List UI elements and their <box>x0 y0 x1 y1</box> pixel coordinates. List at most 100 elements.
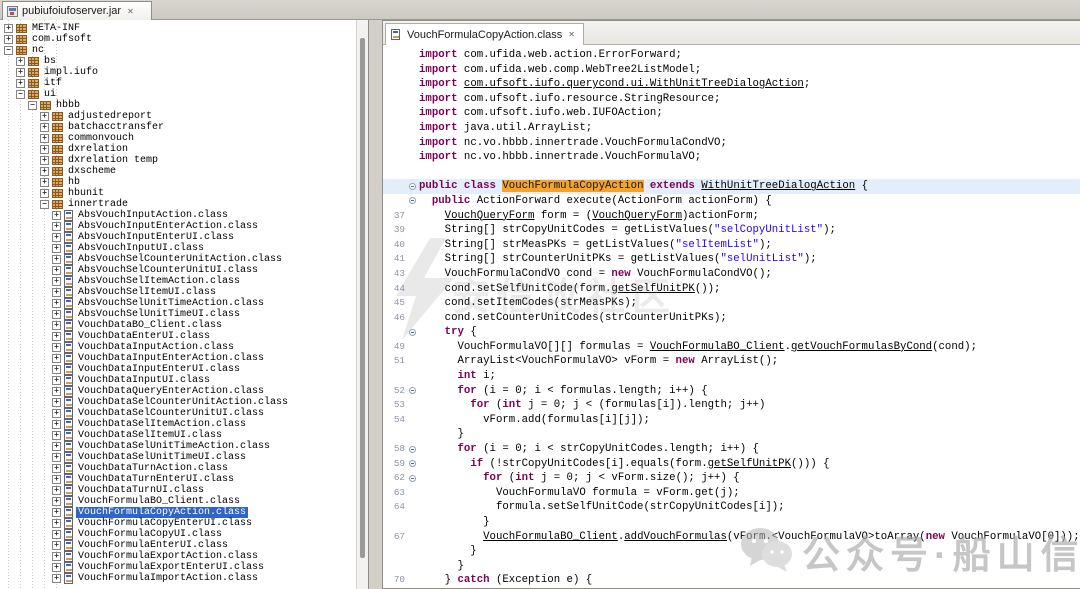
tree-item[interactable]: +AbsVouchInputUI.class <box>0 243 356 254</box>
expand-icon[interactable]: + <box>52 398 61 407</box>
code-editor[interactable]: import com.ufida.web.action.ErrorForward… <box>383 45 1080 588</box>
expand-icon[interactable]: + <box>52 255 61 264</box>
tree-item[interactable]: +dxscheme <box>0 166 356 177</box>
tree-item[interactable]: +AbsVouchSelItemAction.class <box>0 276 356 287</box>
expand-icon[interactable]: + <box>52 233 61 242</box>
expand-icon[interactable]: + <box>52 541 61 550</box>
tree-item[interactable]: +VouchDataInputAction.class <box>0 342 356 353</box>
expand-icon[interactable]: + <box>52 376 61 385</box>
expand-icon[interactable]: + <box>52 431 61 440</box>
tree-item[interactable]: +VouchDataSelItemUI.class <box>0 430 356 441</box>
tree-item[interactable]: −ui <box>0 89 356 100</box>
fold-collapse-icon[interactable] <box>409 446 416 453</box>
tree-item[interactable]: −nc <box>0 45 356 56</box>
fold-collapse-icon[interactable] <box>409 183 416 190</box>
tree-item[interactable]: +VouchFormulaExportEnterUI.class <box>0 562 356 573</box>
tree-item[interactable]: +VouchFormulaBO_Client.class <box>0 496 356 507</box>
tree-item[interactable]: +AbsVouchInputEnterUI.class <box>0 232 356 243</box>
fold-collapse-icon[interactable] <box>409 329 416 336</box>
expand-icon[interactable]: + <box>52 552 61 561</box>
expand-icon[interactable]: + <box>52 277 61 286</box>
expand-icon[interactable]: + <box>52 288 61 297</box>
expand-icon[interactable]: + <box>52 442 61 451</box>
expand-icon[interactable]: + <box>52 508 61 517</box>
tree-item[interactable]: +AbsVouchInputAction.class <box>0 210 356 221</box>
expand-icon[interactable]: + <box>52 299 61 308</box>
collapse-icon[interactable]: − <box>28 101 37 110</box>
tab-class-file[interactable]: VouchFormulaCopyAction.class ✕ <box>385 23 584 45</box>
tree-item[interactable]: −hbbb <box>0 100 356 111</box>
expand-icon[interactable]: + <box>52 387 61 396</box>
tree-item[interactable]: +VouchFormulaCopyUI.class <box>0 529 356 540</box>
tree-item[interactable]: +dxrelation <box>0 144 356 155</box>
expand-icon[interactable]: + <box>52 563 61 572</box>
expand-icon[interactable]: + <box>4 35 13 44</box>
tree-vertical-scrollbar[interactable] <box>356 20 368 589</box>
expand-icon[interactable]: + <box>40 167 49 176</box>
expand-icon[interactable]: + <box>52 475 61 484</box>
tree-item[interactable]: +VouchDataTurnUI.class <box>0 485 356 496</box>
tree-item[interactable]: +adjustedreport <box>0 111 356 122</box>
tab-jar-file[interactable]: pubiufoiufoserver.jar ✕ <box>2 1 152 20</box>
collapse-icon[interactable]: − <box>16 90 25 99</box>
expand-icon[interactable]: + <box>52 409 61 418</box>
tree-item[interactable]: +VouchDataInputEnterUI.class <box>0 364 356 375</box>
expand-icon[interactable]: + <box>52 574 61 583</box>
close-icon[interactable]: ✕ <box>568 30 575 39</box>
tree-item[interactable]: +VouchDataInputEnterAction.class <box>0 353 356 364</box>
tree-item[interactable]: +VouchDataSelCounterUnitAction.class <box>0 397 356 408</box>
expand-icon[interactable]: + <box>52 453 61 462</box>
expand-icon[interactable]: + <box>52 310 61 319</box>
expand-icon[interactable]: + <box>52 464 61 473</box>
tree-item[interactable]: +impl.iufo <box>0 67 356 78</box>
expand-icon[interactable]: + <box>16 79 25 88</box>
tree-item[interactable]: +hbunit <box>0 188 356 199</box>
expand-icon[interactable]: + <box>52 222 61 231</box>
expand-icon[interactable]: + <box>40 134 49 143</box>
tree-item[interactable]: +VouchFormulaExportAction.class <box>0 551 356 562</box>
fold-collapse-icon[interactable] <box>409 475 416 482</box>
tree-item[interactable]: +AbsVouchSelCounterUnitUI.class <box>0 265 356 276</box>
tree-item[interactable]: +com.ufsoft <box>0 34 356 45</box>
expand-icon[interactable]: + <box>40 178 49 187</box>
tree-item[interactable]: +batchacctransfer <box>0 122 356 133</box>
tree-item[interactable]: +VouchDataInputUI.class <box>0 375 356 386</box>
tree-item[interactable]: +VouchFormulaCopyEnterUI.class <box>0 518 356 529</box>
tree-item[interactable]: +AbsVouchSelUnitTimeUI.class <box>0 309 356 320</box>
fold-collapse-icon[interactable] <box>409 460 416 467</box>
tree-item[interactable]: +VouchDataBO_Client.class <box>0 320 356 331</box>
tree-item[interactable]: +bs <box>0 56 356 67</box>
expand-icon[interactable]: + <box>52 332 61 341</box>
tree-item[interactable]: +VouchDataTurnEnterUI.class <box>0 474 356 485</box>
fold-collapse-icon[interactable] <box>409 387 416 394</box>
tree-item[interactable]: +VouchDataSelUnitTimeUI.class <box>0 452 356 463</box>
expand-icon[interactable]: + <box>52 354 61 363</box>
tree-item[interactable]: +VouchDataSelItemAction.class <box>0 419 356 430</box>
tree-item[interactable]: +VouchFormulaEnterUI.class <box>0 540 356 551</box>
tree-item[interactable]: +VouchDataQueryEnterAction.class <box>0 386 356 397</box>
close-icon[interactable]: ✕ <box>127 7 134 16</box>
tree-item[interactable]: +META-INF <box>0 23 356 34</box>
tree-item[interactable]: +AbsVouchSelCounterUnitAction.class <box>0 254 356 265</box>
expand-icon[interactable]: + <box>52 211 61 220</box>
expand-icon[interactable]: + <box>40 145 49 154</box>
expand-icon[interactable]: + <box>40 189 49 198</box>
expand-icon[interactable]: + <box>52 486 61 495</box>
expand-icon[interactable]: + <box>52 420 61 429</box>
tree-item[interactable]: +VouchDataTurnAction.class <box>0 463 356 474</box>
tree-item[interactable]: +AbsVouchSelItemUI.class <box>0 287 356 298</box>
collapse-icon[interactable]: − <box>40 200 49 209</box>
expand-icon[interactable]: + <box>16 68 25 77</box>
expand-icon[interactable]: + <box>52 497 61 506</box>
expand-icon[interactable]: + <box>52 519 61 528</box>
tree-item[interactable]: +AbsVouchInputEnterAction.class <box>0 221 356 232</box>
expand-icon[interactable]: + <box>52 343 61 352</box>
expand-icon[interactable]: + <box>40 156 49 165</box>
tree-item[interactable]: +commonvouch <box>0 133 356 144</box>
expand-icon[interactable]: + <box>40 112 49 121</box>
expand-icon[interactable]: + <box>52 266 61 275</box>
tree-item[interactable]: +AbsVouchSelUnitTimeAction.class <box>0 298 356 309</box>
expand-icon[interactable]: + <box>4 24 13 33</box>
tree-item[interactable]: +dxrelation temp <box>0 155 356 166</box>
tree-item[interactable]: +VouchFormulaCopyAction.class <box>0 507 356 518</box>
